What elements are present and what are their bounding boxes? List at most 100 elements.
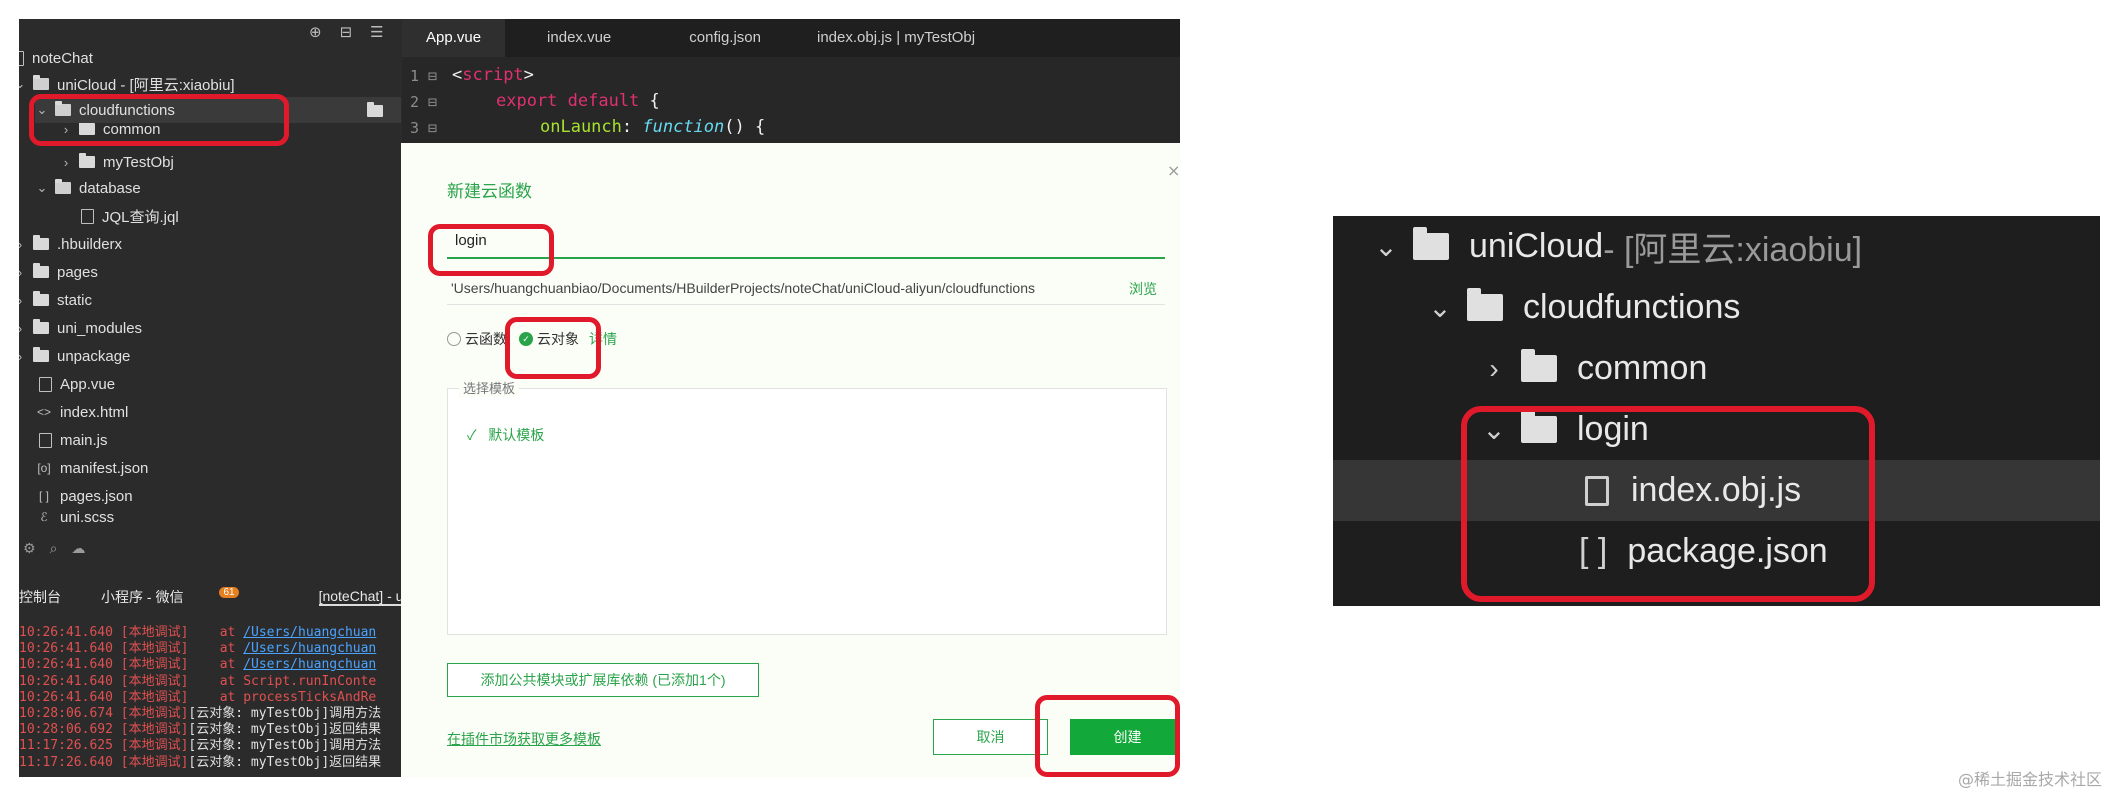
- notification-badge: 61: [219, 587, 239, 598]
- project-icon: [19, 50, 24, 66]
- tab-config-json[interactable]: config.json: [665, 19, 785, 57]
- zoom-item-label: cloudfunctions: [1523, 288, 1741, 326]
- log-link[interactable]: /Users/huangchuan: [243, 657, 376, 672]
- template-option-default[interactable]: ✓ 默认模板: [467, 425, 544, 445]
- chevron-down-icon[interactable]: ⌄: [1371, 230, 1401, 263]
- close-icon[interactable]: ×: [1167, 161, 1180, 180]
- tree-item-mytestobj[interactable]: › myTestObj: [59, 149, 174, 175]
- chevron-down-icon[interactable]: ⌄: [35, 180, 49, 196]
- folder-icon: [33, 263, 49, 278]
- line-number: 3 ⊟: [410, 119, 438, 137]
- tree-item-label: App.vue: [60, 375, 116, 393]
- radio-cloud-function[interactable]: [447, 332, 461, 346]
- highlight-create-button: [1035, 695, 1180, 777]
- path-input[interactable]: [447, 271, 1165, 305]
- tree-item-label: index.html: [60, 403, 129, 421]
- chevron-right-icon[interactable]: ›: [19, 321, 27, 336]
- log-text: [云对象: myTestObj]调用方法: [188, 738, 382, 754]
- tree-item-hbuilderx[interactable]: › .hbuilderx: [19, 231, 122, 257]
- tree-item-static[interactable]: › static: [19, 287, 92, 313]
- zoom-item-cloudfunctions[interactable]: ⌄ cloudfunctions: [1425, 277, 1740, 338]
- chevron-right-icon[interactable]: ›: [19, 237, 27, 252]
- zoom-item-unicloud[interactable]: ⌄ uniCloud - [阿里云:xiaobiu]: [1371, 216, 1862, 277]
- tree-item-main-js[interactable]: main.js: [39, 427, 108, 453]
- check-icon: ✓: [467, 427, 477, 443]
- tree-item-label: .hbuilderx: [57, 235, 123, 253]
- cloud-icon[interactable]: ☁: [71, 541, 85, 557]
- chevron-down-icon[interactable]: ⌄: [19, 76, 27, 92]
- tree-item-pages[interactable]: › pages: [19, 259, 98, 285]
- log-time: 10:26:41.640: [19, 641, 113, 657]
- cancel-button[interactable]: 取消: [933, 719, 1048, 755]
- log-time: 11:17:26.640: [19, 754, 113, 770]
- menu-icon[interactable]: ☰: [370, 23, 383, 41]
- tree-item-unpackage[interactable]: › unpackage: [19, 343, 130, 369]
- chevron-right-icon[interactable]: ›: [19, 265, 27, 280]
- tab-app-vue[interactable]: App.vue: [402, 19, 506, 57]
- sidebar-bottom-toolbar: ⚙ ⌕ ☁: [23, 541, 85, 557]
- console-line: 10:26:41.640 [本地调试] at /Users/huangchuan: [19, 641, 401, 657]
- add-dependency-button[interactable]: 添加公共模块或扩展库依赖 (已添加1个): [447, 663, 759, 697]
- highlight-login-folder: [1461, 406, 1875, 602]
- chevron-right-icon[interactable]: ›: [19, 293, 27, 308]
- radio-cloud-function-label[interactable]: 云函数: [465, 329, 507, 349]
- folder-icon: [33, 319, 49, 334]
- log-time: 10:26:41.640: [19, 689, 113, 705]
- console-line: 10:28:06.692 [本地调试][云对象: myTestObj]返回结果: [19, 722, 401, 738]
- html-file-icon: <>: [36, 405, 51, 419]
- watermark: @稀土掘金技术社区: [1957, 770, 2102, 789]
- log-link[interactable]: /Users/huangchuan: [243, 625, 376, 640]
- tree-item-label: uni.scss: [60, 511, 115, 523]
- log-tag: [本地调试]: [120, 706, 189, 722]
- log-tag: [本地调试]: [120, 689, 189, 705]
- tab-miniprogram-wechat[interactable]: 小程序 - 微信 61: [101, 587, 279, 607]
- folder-open-icon: [33, 75, 49, 90]
- tree-item-pages-json[interactable]: [ ] pages.json: [35, 483, 133, 509]
- log-link[interactable]: /Users/huangchuan: [243, 641, 376, 656]
- tree-item-app-vue[interactable]: App.vue: [39, 371, 115, 397]
- tree-item-label: uniCloud - [阿里云:xiaobiu]: [57, 76, 235, 94]
- console-line: 11:17:26.625 [本地调试][云对象: myTestObj]调用方法: [19, 738, 401, 754]
- search-file-icon[interactable]: ⌕: [50, 541, 58, 557]
- tree-item-jql[interactable]: JQL查询.jql: [81, 203, 179, 229]
- chevron-right-icon[interactable]: ›: [59, 155, 73, 170]
- tree-item-database[interactable]: ⌄ database: [35, 175, 141, 201]
- tab-console[interactable]: 控制台: [19, 587, 61, 607]
- new-folder-icon[interactable]: [367, 102, 383, 117]
- console-line: 10:26:41.640 [本地调试] at /Users/huangchuan: [19, 625, 401, 641]
- log-time: 11:17:26.625: [19, 738, 113, 754]
- tree-item-label: manifest.json: [60, 459, 149, 477]
- zoom-item-label: common: [1577, 349, 1708, 387]
- chevron-right-icon[interactable]: ›: [19, 349, 27, 364]
- zoom-item-common[interactable]: › common: [1479, 338, 1707, 399]
- bug-icon[interactable]: ⚙: [23, 541, 36, 557]
- tab-index-obj-js[interactable]: index.obj.js | myTestObj: [793, 19, 999, 57]
- highlight-cloud-object: [505, 317, 601, 379]
- tree-item-uni-scss[interactable]: ℰ uni.scss: [35, 511, 114, 523]
- log-tag: [本地调试]: [120, 722, 189, 738]
- collapse-icon[interactable]: ⊟: [340, 23, 353, 41]
- folder-icon: [1521, 349, 1557, 382]
- zoom-item-label: uniCloud: [1469, 227, 1604, 265]
- tree-item-index-html[interactable]: <> index.html: [35, 399, 128, 425]
- browse-button[interactable]: 浏览: [1129, 279, 1157, 299]
- code-line: export default {: [496, 91, 660, 111]
- jql-file-icon: [81, 208, 94, 224]
- chevron-right-icon[interactable]: ›: [1479, 353, 1509, 385]
- template-option-label: 默认模板: [488, 427, 545, 443]
- chevron-down-icon[interactable]: ⌄: [1425, 291, 1455, 324]
- folder-open-icon: [1413, 227, 1449, 260]
- plugin-market-link[interactable]: 在插件市场获取更多模板: [447, 729, 601, 749]
- function-name-input[interactable]: [447, 223, 1165, 259]
- console-line: 10:28:06.674 [本地调试][云对象: myTestObj]调用方法: [19, 706, 401, 722]
- tab-index-vue[interactable]: index.vue: [523, 19, 635, 57]
- add-circle-icon[interactable]: ⊕: [309, 23, 322, 41]
- log-time: 10:26:41.640: [19, 673, 113, 689]
- line-number: 1 ⊟: [410, 67, 438, 85]
- tree-item-label: static: [57, 291, 93, 309]
- tree-item-uni-modules[interactable]: › uni_modules: [19, 315, 142, 341]
- log-tag: [本地调试]: [120, 625, 189, 640]
- tree-item-notechat[interactable]: noteChat: [19, 45, 93, 71]
- template-box: [447, 388, 1167, 635]
- tree-item-manifest[interactable]: [o] manifest.json: [35, 455, 148, 481]
